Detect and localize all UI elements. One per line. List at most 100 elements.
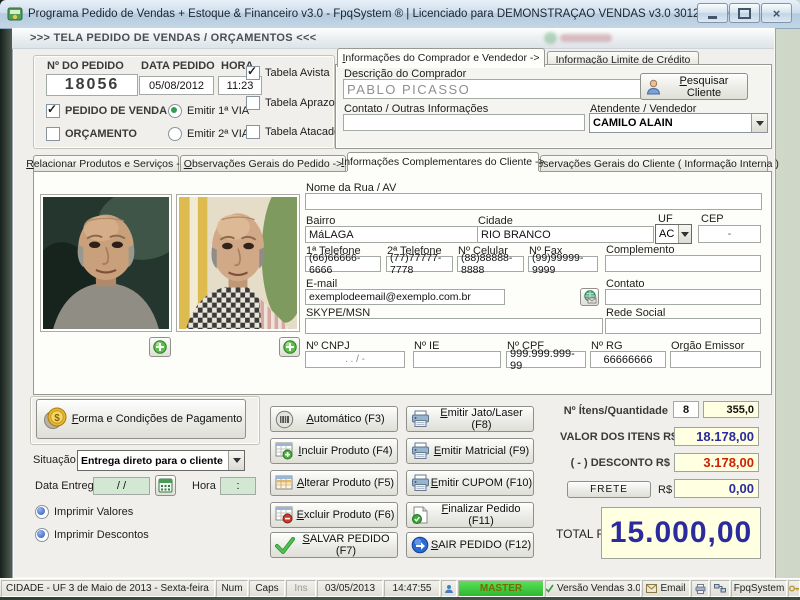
street-field[interactable] [305,193,762,210]
status-brand: FpqSystem [731,580,787,597]
add-photo-1-button[interactable] [149,337,171,357]
quantity-field: 355,0 [703,401,759,418]
delivery-time-field[interactable]: : [220,477,256,495]
mobile-field[interactable]: (88)88888-8888 [457,252,524,276]
discount-label: ( - ) DESCONTO R$ [570,457,670,469]
checkbox-orcamento[interactable]: ORÇAMENTO [46,127,137,141]
ie-field[interactable] [413,351,501,368]
globe-mail-icon [583,290,597,304]
send-email-button[interactable] [580,288,599,306]
radio-icon [35,505,49,519]
alter-product-button[interactable]: Alterar Produto (F5) [270,470,398,496]
radio-emitir-2via[interactable]: Emitir 2ª VIA [168,127,249,141]
checkbox-pedido-venda[interactable]: PEDIDO DE VENDA [46,102,167,118]
rg-field[interactable]: 66666666 [590,351,666,368]
city-field[interactable]: RIO BRANCO [477,226,654,243]
checkbox-icon [246,64,260,80]
radio-emitir-1via[interactable]: Emitir 1ª VIA [168,104,249,118]
tab-observacoes-cliente[interactable]: Observações Gerais do Cliente ( Informaç… [529,155,779,171]
delivery-date-field[interactable]: / / [93,477,150,495]
total-field: 15.000,00 [601,507,761,559]
order-number-field[interactable]: 18056 [46,74,138,96]
issuer-field[interactable] [670,351,761,368]
checkbox-tabela-atacado[interactable]: Tabela Atacado [246,125,340,139]
delete-product-button[interactable]: Excluir Produto (F6) [270,502,398,528]
exit-order-button[interactable]: SAIR PEDIDO (F12) [406,532,534,558]
items-qty-label: Nº Ítens/Quantidade [563,405,668,417]
status-insert: Ins [286,580,316,597]
phone1-field[interactable]: (66)66666-6666 [305,252,381,276]
print-matrix-button[interactable]: Emitir Matricial (F9) [406,438,534,464]
status-date: 03/05/2013 [317,580,383,597]
radio-imprimir-valores[interactable]: Imprimir Valores [35,505,133,519]
close-icon: × [772,5,781,21]
search-client-button[interactable]: Pesquisar Cliente [640,73,748,100]
print-coupon-button[interactable]: Emitir CUPOM (F10) [406,470,534,496]
phone2-field[interactable]: (77)77777-7778 [386,252,453,276]
printer-icon [411,474,430,492]
checkbox-icon [246,125,260,139]
radio-imprimir-descontos[interactable]: Imprimir Descontos [35,528,149,542]
fax-field[interactable]: (99)99999-9999 [528,252,598,276]
state-dropdown[interactable]: AC [655,224,692,244]
automatic-button[interactable]: Automático (F3) [270,406,398,432]
calendar-button[interactable] [155,475,176,496]
cep-field[interactable]: - [698,225,761,243]
situation-dropdown[interactable]: Entrega direto para o cliente [77,450,245,471]
close-button[interactable]: × [761,3,792,23]
social-field[interactable] [605,318,761,334]
svg-text:$: $ [54,413,60,424]
calendar-icon [158,478,173,493]
radio-icon [168,104,182,118]
cep-label: CEP [701,213,724,225]
check-icon [546,584,554,593]
complement-field[interactable] [605,255,761,272]
save-order-button[interactable]: SALVAR PEDIDO (F7) [270,532,398,558]
email-field[interactable]: exemplodeemail@exemplo.com.br [305,289,505,305]
attendant-dropdown[interactable]: CAMILO ALAIN [589,113,768,133]
cnpj-field[interactable]: . . / - [305,351,405,368]
checkbox-tabela-avista[interactable]: Tabela Avista [246,64,330,80]
minimize-icon [708,15,717,19]
key-icon [789,584,799,593]
order-number-label: Nº DO PEDIDO [47,60,124,72]
blue-arrow-icon [411,536,429,554]
radio-icon [168,127,182,141]
discount-field: 3.178,00 [674,453,759,472]
fpqsystem-watermark [544,31,634,45]
print-laser-button[interactable]: Emitir Jato/Laser (F8) [406,406,534,432]
status-bar: CIDADE - UF 3 de Maio de 2013 - Sexta-fe… [0,578,800,598]
tab-relacionar-produtos[interactable]: Relacionar Produtos e Serviços -> [26,155,186,171]
checkbox-tabela-aprazo[interactable]: Tabela Aprazo [246,96,335,110]
status-location: CIDADE - UF 3 de Maio de 2013 - Sexta-fe… [1,580,215,597]
order-date-field[interactable]: 05/08/2012 [139,76,214,95]
maximize-icon [738,7,751,19]
document-check-icon [411,506,429,525]
status-num-lock: Num [216,580,248,597]
table-edit-icon [275,474,294,492]
tab-observacoes-pedido[interactable]: Observações Gerais do Pedido -> [180,155,346,171]
add-photo-2-button[interactable] [279,337,300,357]
checkbox-icon [46,127,60,141]
order-date-label: DATA PEDIDO [141,60,215,72]
status-time: 14:47:55 [384,580,440,597]
freight-button[interactable]: FRETE [567,481,651,498]
include-product-button[interactable]: Incluir Produto (F4) [270,438,398,464]
cpf-field[interactable]: 999.999.999-99 [506,348,586,372]
buyer-contact-field[interactable] [343,114,585,131]
page-title: >>> TELA PEDIDO DE VENDAS / ORÇAMENTOS <… [30,32,317,44]
tab-informacoes-cliente[interactable]: Informações Complementares do Cliente -> [341,152,545,171]
maximize-button[interactable] [729,3,760,23]
skype-field[interactable] [305,318,603,334]
tab-comprador-vendedor[interactable]: Informações do Comprador e Vendedor -> [337,48,545,67]
status-caps-lock: Caps [249,580,285,597]
barcode-icon [275,410,294,429]
finalize-order-button[interactable]: Finalizar Pedido (F11) [406,502,534,528]
minimize-button[interactable] [697,3,728,23]
status-email: Email [642,580,690,597]
contact-field[interactable] [605,289,761,305]
window-title: Programa Pedido de Vendas + Estoque & Fi… [28,8,754,20]
portrait-photo-2 [179,184,309,329]
payment-button[interactable]: $ Forma e Condições de Pagamento [36,399,246,439]
printer-icon [411,442,430,460]
